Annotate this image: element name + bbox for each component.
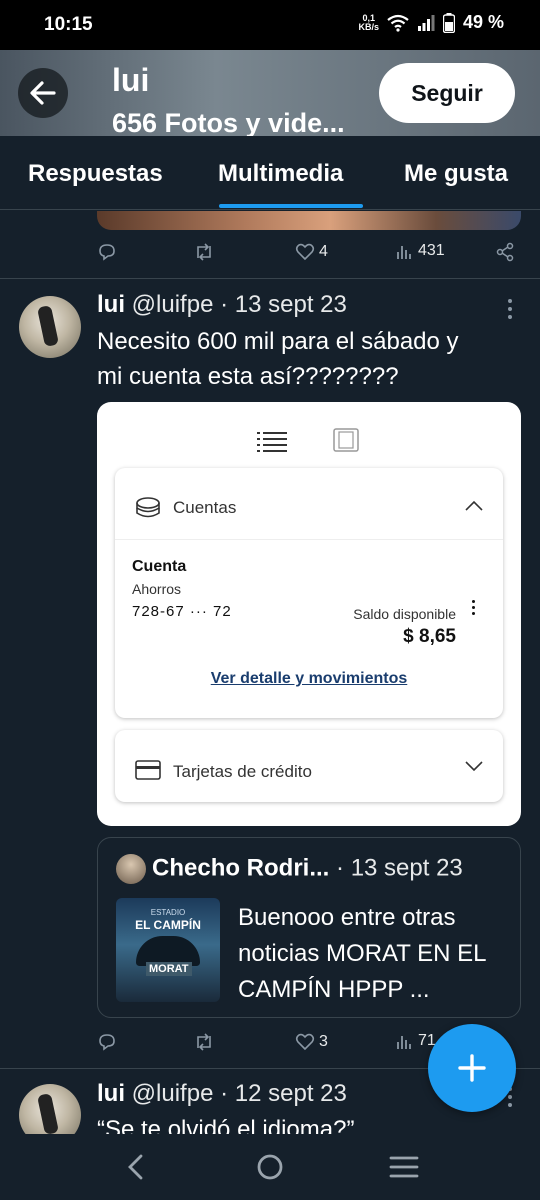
wifi-icon	[387, 14, 409, 32]
network-speed: 0,1 KB/s	[358, 12, 379, 32]
balance-value: $ 8,65	[403, 626, 456, 647]
battery-icon	[442, 12, 455, 33]
tweet-image-bank-screenshot[interactable]: Cuentas Cuenta Ahorros 728-67 ··· 72 Sal…	[97, 402, 521, 826]
balance-label: Saldo disponible	[353, 606, 456, 622]
quoted-tweet-header: Checho Rodri... · 13 sept 23	[116, 854, 463, 884]
coins-icon	[136, 497, 160, 518]
quoted-tweet-text: Buenooo entre otras noticias MORAT EN EL…	[238, 904, 486, 1003]
status-icons: 0,1 KB/s 49 %	[358, 12, 504, 33]
accounts-card: Cuentas Cuenta Ahorros 728-67 ··· 72 Sal…	[115, 468, 503, 718]
like-button[interactable]: 3	[295, 1032, 328, 1052]
profile-name: lui	[112, 62, 150, 98]
nav-home-button[interactable]	[250, 1150, 290, 1184]
views-button[interactable]: 431	[396, 242, 445, 260]
views-icon	[397, 246, 411, 259]
back-button[interactable]	[18, 68, 68, 118]
compose-button[interactable]	[428, 1024, 516, 1112]
account-label: Cuenta	[132, 558, 187, 575]
chevron-left-icon	[128, 1154, 143, 1180]
tab-respuestas[interactable]: Respuestas	[28, 160, 163, 188]
views-icon	[397, 1036, 411, 1049]
status-time: 10:15	[44, 14, 93, 35]
more-options-icon[interactable]	[508, 299, 514, 319]
tweet-text: Necesito 600 mil para el sábado y mi cue…	[97, 328, 459, 390]
reply-button[interactable]	[97, 1032, 117, 1052]
like-button[interactable]: 4	[295, 242, 328, 262]
arrow-left-icon	[30, 81, 56, 105]
tweet-author-handle[interactable]: @luifpe	[132, 1080, 214, 1107]
view-toggle	[97, 428, 521, 454]
tab-me-gusta[interactable]: Me gusta	[404, 160, 508, 188]
home-circle-icon	[257, 1154, 283, 1180]
chevron-down-icon	[465, 761, 483, 772]
retweet-icon	[197, 243, 211, 261]
share-button[interactable]	[495, 242, 515, 262]
reply-icon	[99, 244, 115, 261]
reply-icon	[99, 1034, 115, 1051]
quoted-avatar	[116, 854, 146, 884]
avatar[interactable]	[19, 296, 81, 358]
quoted-tweet-thumbnail: ESTADIO EL CAMPÍN MORAT	[116, 898, 220, 1002]
plus-icon	[458, 1054, 486, 1082]
profile-tabs: Respuestas Multimedia Me gusta	[0, 136, 540, 210]
profile-media-count: 656 Fotos y vide...	[112, 108, 345, 136]
divider	[0, 278, 540, 279]
quoted-tweet[interactable]: Checho Rodri... · 13 sept 23 ESTADIO EL …	[97, 837, 521, 1018]
views-button[interactable]: 71	[396, 1032, 436, 1050]
previous-tweet-actions: 4 431	[97, 242, 517, 268]
nav-recents-button[interactable]	[384, 1150, 424, 1184]
like-count: 4	[319, 243, 328, 260]
chevron-up-icon	[465, 500, 483, 511]
retweet-button[interactable]	[193, 1032, 215, 1052]
previous-tweet-image[interactable]	[97, 211, 521, 230]
tweet-author-name[interactable]: lui	[97, 1080, 125, 1107]
heart-icon	[295, 243, 315, 261]
view-details-link[interactable]: Ver detalle y movimientos	[115, 670, 503, 688]
tab-multimedia[interactable]: Multimedia	[218, 160, 343, 188]
account-type: Ahorros	[132, 581, 182, 597]
accounts-title: Cuentas	[173, 498, 237, 517]
tweet-header: lui @luifpe · 13 sept 23	[97, 291, 347, 318]
tweet-author-handle[interactable]: @luifpe	[132, 291, 214, 318]
credit-cards-title: Tarjetas de crédito	[173, 762, 312, 781]
tweet-date[interactable]: 13 sept 23	[235, 291, 347, 318]
nav-back-button[interactable]	[116, 1150, 156, 1184]
list-view-icon	[257, 432, 287, 452]
account-number: 728-67 ··· 72	[132, 603, 232, 620]
system-navigation-bar	[0, 1134, 540, 1200]
accounts-card-header[interactable]: Cuentas	[115, 468, 503, 540]
quoted-author-name: Checho Rodri...	[152, 854, 330, 882]
quoted-date: 13 sept 23	[350, 854, 463, 882]
credit-card-icon	[135, 760, 161, 780]
card-view-icon	[333, 428, 359, 452]
battery-percent: 49 %	[462, 12, 504, 32]
menu-icon	[389, 1156, 419, 1178]
tweet-header: lui @luifpe · 12 sept 23	[97, 1080, 347, 1107]
profile-header: lui 656 Fotos y vide... Seguir	[0, 50, 540, 136]
tweet-date[interactable]: 12 sept 23	[235, 1080, 347, 1107]
heart-icon	[295, 1033, 315, 1051]
signal-icon	[417, 14, 435, 31]
status-bar: 10:15 0,1 KB/s 49 %	[0, 0, 540, 50]
credit-cards-card[interactable]: Tarjetas de crédito	[115, 730, 503, 802]
share-icon	[496, 242, 514, 262]
reply-button[interactable]	[97, 242, 117, 262]
tweet-text: “Se te olvidó el idioma?”	[97, 1116, 355, 1134]
retweet-icon	[197, 1033, 211, 1051]
view-count: 431	[418, 242, 445, 259]
like-count: 3	[319, 1033, 328, 1050]
retweet-button[interactable]	[193, 242, 215, 262]
tweet-author-name[interactable]: lui	[97, 291, 125, 318]
follow-button[interactable]: Seguir	[379, 63, 515, 123]
active-tab-indicator	[219, 204, 363, 208]
account-options-icon[interactable]	[472, 600, 475, 615]
